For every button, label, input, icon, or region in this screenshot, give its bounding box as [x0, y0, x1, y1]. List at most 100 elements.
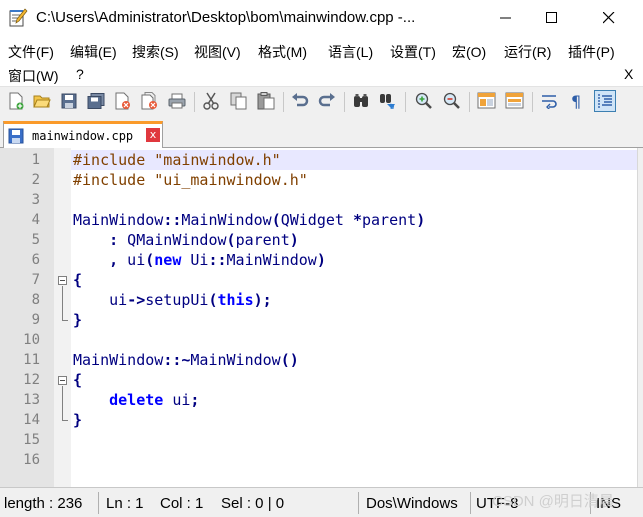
notepad-app-icon: [8, 8, 28, 28]
menu-macro[interactable]: 宏(O): [452, 42, 486, 62]
zoom-out-icon[interactable]: [441, 90, 463, 112]
close-file-icon[interactable]: [112, 90, 134, 112]
fold-toggle-icon[interactable]: [58, 376, 67, 385]
status-column: Col : 1: [160, 495, 204, 512]
menu-run[interactable]: 运行(R): [504, 42, 551, 62]
show-all-chars-icon[interactable]: ¶: [566, 90, 588, 112]
tab-mainwindow-cpp[interactable]: mainwindow.cpp x: [3, 121, 163, 149]
code-token: Ui: [181, 251, 209, 269]
maximize-button[interactable]: [529, 0, 575, 36]
maximize-icon: [546, 12, 557, 23]
save-icon[interactable]: [58, 90, 80, 112]
code-token: }: [73, 411, 83, 429]
menu-bar: 文件(F) 编辑(E) 搜索(S) 视图(V) 格式(M) 语言(L) 设置(T…: [0, 38, 643, 86]
status-separator: [358, 492, 359, 514]
code-line[interactable]: [71, 190, 637, 210]
line-number: 16: [23, 452, 40, 468]
new-file-icon[interactable]: [5, 90, 27, 112]
status-eol[interactable]: Dos\Windows: [366, 495, 458, 512]
code-token: MainWindow: [73, 351, 164, 369]
line-number: 9: [31, 312, 40, 328]
code-line-text: , ui(new Ui::MainWindow): [73, 250, 326, 270]
sync-horizontal-icon[interactable]: [504, 90, 526, 112]
code-token: (: [271, 211, 281, 229]
code-line[interactable]: }: [71, 410, 637, 430]
code-token: delete: [109, 391, 164, 409]
code-line-text: {: [73, 270, 82, 290]
menu-edit[interactable]: 编辑(E): [70, 42, 117, 62]
code-line[interactable]: [71, 430, 637, 450]
menu-language[interactable]: 语言(L): [328, 42, 373, 62]
menu-plugins[interactable]: 插件(P): [568, 42, 615, 62]
status-separator: [470, 492, 471, 514]
code-line[interactable]: , ui(new Ui::MainWindow): [71, 250, 637, 270]
code-line[interactable]: {: [71, 370, 637, 390]
redo-icon[interactable]: [316, 90, 338, 112]
close-document-button[interactable]: X: [624, 66, 633, 82]
close-tab-icon[interactable]: x: [146, 128, 160, 142]
print-icon[interactable]: [166, 90, 188, 112]
menu-file[interactable]: 文件(F): [8, 42, 54, 62]
code-line[interactable]: [71, 450, 637, 470]
menu-view[interactable]: 视图(V): [194, 42, 241, 62]
code-token: ;: [190, 391, 200, 409]
code-editor[interactable]: 1 2 3 4 5 6 7 8 9 10 11 12 13 14 15 16 #include "mainwi…: [0, 148, 643, 487]
menu-help[interactable]: ?: [76, 66, 84, 82]
status-line: Ln : 1: [106, 495, 144, 512]
code-line[interactable]: #include "ui_mainwindow.h": [71, 170, 637, 190]
sync-vertical-icon[interactable]: [476, 90, 498, 112]
code-token: MainWindow: [73, 211, 164, 229]
indent-guide-icon[interactable]: [594, 90, 616, 112]
line-number: 13: [23, 392, 40, 408]
line-number: 14: [23, 412, 40, 428]
line-number: 2: [31, 172, 40, 188]
menu-search[interactable]: 搜索(S): [132, 42, 179, 62]
code-line-text: }: [73, 310, 82, 330]
code-token: (: [145, 251, 155, 269]
open-file-icon[interactable]: [31, 90, 53, 112]
toolbar: b ¶: [0, 86, 643, 116]
find-icon[interactable]: [350, 90, 372, 112]
code-line[interactable]: {: [71, 270, 637, 290]
line-number: 12: [23, 372, 40, 388]
line-number: 1: [31, 152, 40, 168]
menu-format[interactable]: 格式(M): [258, 42, 307, 62]
code-token: :: [109, 231, 119, 249]
word-wrap-icon[interactable]: [539, 90, 561, 112]
code-token: (): [280, 351, 299, 369]
status-length: length : 236: [4, 495, 83, 512]
close-window-button[interactable]: [586, 0, 632, 36]
code-line[interactable]: [71, 330, 637, 350]
copy-icon[interactable]: [228, 90, 250, 112]
replace-icon[interactable]: b: [377, 90, 399, 112]
line-number: 10: [23, 332, 40, 348]
status-selection: Sel : 0 | 0: [221, 495, 285, 512]
undo-icon[interactable]: [289, 90, 311, 112]
code-token: #include: [73, 151, 155, 169]
paste-icon[interactable]: [255, 90, 277, 112]
code-token: (: [208, 291, 218, 309]
code-line[interactable]: ui->setupUi(this);: [71, 290, 637, 310]
minimize-button[interactable]: [483, 0, 529, 36]
code-line[interactable]: MainWindow::MainWindow(QWidget *parent): [71, 210, 637, 230]
save-all-icon[interactable]: [85, 90, 107, 112]
code-line-text: }: [73, 410, 82, 430]
current-code-line[interactable]: #include "mainwindow.h": [71, 150, 637, 170]
menu-settings[interactable]: 设置(T): [390, 42, 436, 62]
code-token: ::: [208, 251, 227, 269]
code-line[interactable]: }: [71, 310, 637, 330]
cut-icon[interactable]: [200, 90, 222, 112]
code-line[interactable]: : QMainWindow(parent): [71, 230, 637, 250]
code-token: ::: [163, 211, 182, 229]
code-token: }: [73, 311, 83, 329]
toolbar-separator: [283, 92, 284, 112]
code-line[interactable]: delete ui;: [71, 390, 637, 410]
code-text-area[interactable]: #include "mainwindow.h" #include "ui_main…: [71, 148, 637, 487]
zoom-in-icon[interactable]: [413, 90, 435, 112]
code-line[interactable]: MainWindow::~MainWindow(): [71, 350, 637, 370]
menu-window[interactable]: 窗口(W): [8, 66, 59, 86]
fold-toggle-icon[interactable]: [58, 276, 67, 285]
close-all-icon[interactable]: [139, 90, 161, 112]
